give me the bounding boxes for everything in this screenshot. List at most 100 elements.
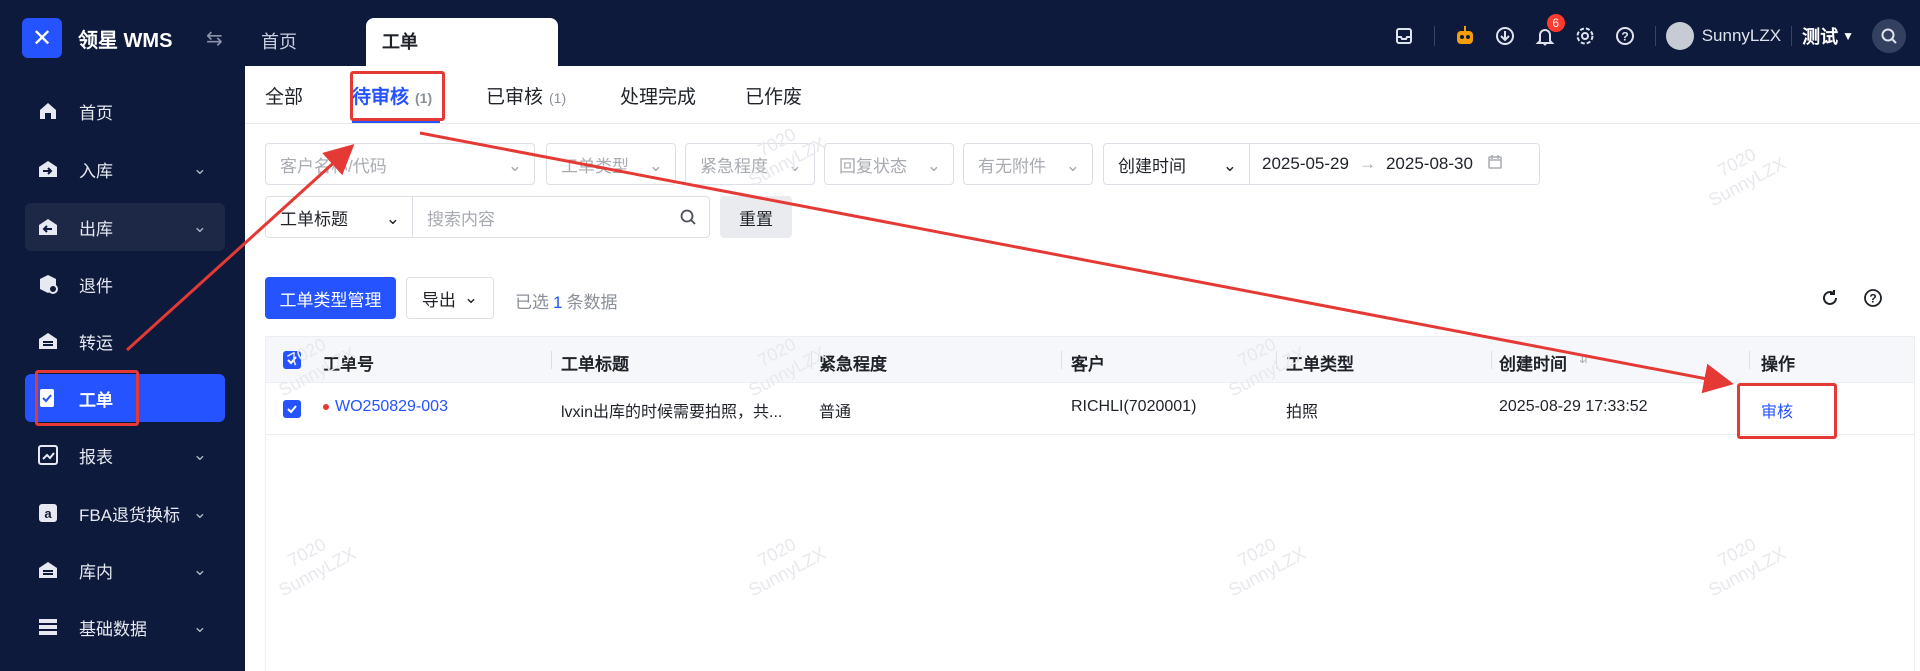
row-checkbox[interactable]	[283, 400, 301, 418]
reply-status-placeholder: 回复状态	[839, 156, 907, 176]
tab-reviewed[interactable]: 已审核 (1)	[486, 82, 566, 109]
help-icon[interactable]: ?	[1609, 20, 1641, 52]
workorder-type-manage-button[interactable]: 工单类型管理	[265, 277, 396, 319]
sidebar-item-fba-relabel[interactable]: a FBA退货换标 ⌄	[25, 489, 225, 537]
tab-count: (1)	[549, 90, 567, 106]
chevron-down-icon: ⌄	[1065, 156, 1080, 175]
col-title: 工单标题	[561, 355, 629, 374]
order-no-cell: WO250829-003	[323, 398, 448, 416]
urgency-cell: 普通	[819, 404, 852, 421]
date-range-picker[interactable]: 2025-05-29 → 2025-08-30	[1250, 143, 1540, 185]
chevron-down-icon: ⌄	[648, 156, 663, 175]
transfer-icon	[37, 330, 59, 352]
top-bar: ✕ 领星 WMS ⇆ 首页 工单 6 ? SunnyLZX 测试 ▼	[0, 0, 1920, 66]
search-field-select[interactable]: 工单标题 ⌄	[265, 196, 413, 238]
svg-text:?: ?	[1621, 30, 1628, 44]
type-select[interactable]: 工单类型 ⌄	[546, 143, 676, 185]
sidebar-item-label: 转运	[79, 333, 113, 353]
urgency-select[interactable]: 紧急程度 ⌄	[685, 143, 815, 185]
sidebar-item-inbound[interactable]: 入库 ⌄	[25, 145, 225, 193]
sort-icon[interactable]: ⇵	[1579, 352, 1589, 366]
chevron-down-icon: ⌄	[192, 217, 207, 236]
annotation-box-sidebar	[35, 370, 139, 426]
amazon-icon: a	[37, 502, 59, 524]
sidebar-item-return[interactable]: 退件	[25, 260, 225, 308]
search-button[interactable]	[1872, 19, 1906, 53]
chevron-down-icon: ⌄	[463, 288, 479, 307]
brand[interactable]: ✕ 领星 WMS	[22, 18, 172, 58]
col-type: 工单类型	[1286, 355, 1354, 374]
selection-info: 已选 1 条数据	[515, 288, 617, 313]
sidebar-item-report[interactable]: 报表 ⌄	[25, 431, 225, 479]
sidebar-item-label: 基础数据	[79, 619, 147, 639]
search-icon	[679, 208, 697, 231]
status-tabs: 全部 待审核 (1) 已审核 (1) 处理完成 已作废	[245, 66, 1920, 124]
annotation-box-tab	[350, 71, 445, 121]
divider	[1276, 351, 1277, 369]
chevron-down-icon: ⌄	[192, 560, 207, 579]
sidebar-item-outbound[interactable]: 出库 ⌄	[25, 203, 225, 251]
created-cell: 2025-08-29 17:33:52	[1499, 398, 1648, 415]
sidebar-item-transfer[interactable]: 转运	[25, 317, 225, 365]
outbound-icon	[37, 216, 59, 238]
chevron-down-icon: ⌄	[192, 617, 207, 636]
time-field-label: 创建时间	[1118, 156, 1186, 176]
annotation-box-action	[1737, 383, 1837, 439]
gear-icon[interactable]	[1569, 20, 1601, 52]
selection-suffix: 条数据	[566, 293, 618, 312]
refresh-icon[interactable]	[1820, 288, 1840, 313]
customer-select-placeholder: 客户名称/代码	[280, 156, 387, 176]
tab-label: 全部	[265, 87, 304, 108]
env-switch[interactable]: 测试 ▼	[1802, 23, 1854, 49]
tab-all[interactable]: 全部	[265, 82, 303, 109]
attachment-select-placeholder: 有无附件	[978, 156, 1046, 176]
bell-icon[interactable]: 6	[1529, 14, 1565, 52]
chevron-down-icon: ⌄	[1222, 156, 1237, 175]
search-field-label: 工单标题	[280, 209, 348, 229]
urgency-select-placeholder: 紧急程度	[700, 156, 768, 176]
download-icon[interactable]	[1489, 20, 1521, 52]
order-no-link[interactable]: WO250829-003	[335, 398, 448, 415]
chart-icon	[37, 444, 59, 466]
robot-icon[interactable]	[1449, 20, 1481, 52]
reset-button[interactable]: 重置	[720, 196, 792, 238]
header-tools: 6 ? SunnyLZX 测试 ▼	[1384, 14, 1920, 53]
chevron-down-icon: ⌄	[192, 159, 207, 178]
time-field-select[interactable]: 创建时间 ⌄	[1103, 143, 1250, 185]
customer-select[interactable]: 客户名称/代码 ⌄	[265, 143, 535, 185]
database-icon	[37, 616, 59, 638]
divider	[1491, 351, 1492, 369]
col-order-no: 工单号	[323, 355, 374, 374]
top-tab-workorder[interactable]: 工单	[366, 18, 558, 66]
divider	[1791, 26, 1793, 46]
col-urgency: 紧急程度	[819, 355, 887, 374]
return-box-icon	[37, 273, 59, 295]
sidebar-item-warehouse[interactable]: 库内 ⌄	[25, 546, 225, 594]
inbox-icon[interactable]	[1388, 20, 1420, 52]
col-action: 操作	[1761, 355, 1795, 374]
reply-status-select[interactable]: 回复状态 ⌄	[824, 143, 954, 185]
help-icon[interactable]: ?	[1863, 288, 1883, 313]
selection-prefix: 已选	[515, 293, 549, 312]
select-all-checkbox[interactable]	[283, 351, 301, 369]
chevron-down-icon: ⌄	[192, 503, 207, 522]
col-created[interactable]: 创建时间	[1499, 350, 1567, 375]
export-label: 导出	[421, 290, 456, 310]
inbound-icon	[37, 158, 59, 180]
swap-icon[interactable]: ⇆	[206, 26, 223, 51]
attachment-select[interactable]: 有无附件 ⌄	[963, 143, 1093, 185]
top-tab-home[interactable]: 首页	[245, 18, 313, 66]
date-start: 2025-05-29	[1262, 154, 1349, 173]
date-end: 2025-08-30	[1385, 154, 1473, 173]
user-menu[interactable]: SunnyLZX	[1665, 22, 1781, 50]
sidebar-item-home[interactable]: 首页	[25, 87, 225, 135]
tab-completed[interactable]: 处理完成	[620, 82, 696, 109]
tab-voided[interactable]: 已作废	[745, 82, 802, 109]
workorder-table: 工单号 工单标题 紧急程度 客户 工单类型 创建时间 ⇵ 操作 WO250829…	[265, 336, 1915, 671]
search-input[interactable]: 搜索内容	[412, 196, 710, 238]
sidebar-item-base-data[interactable]: 基础数据 ⌄	[25, 603, 225, 651]
export-button[interactable]: 导出 ⌄	[406, 277, 494, 319]
selection-count: 1	[553, 293, 563, 312]
calendar-icon	[1487, 154, 1503, 175]
sidebar-item-label: 首页	[79, 103, 113, 123]
